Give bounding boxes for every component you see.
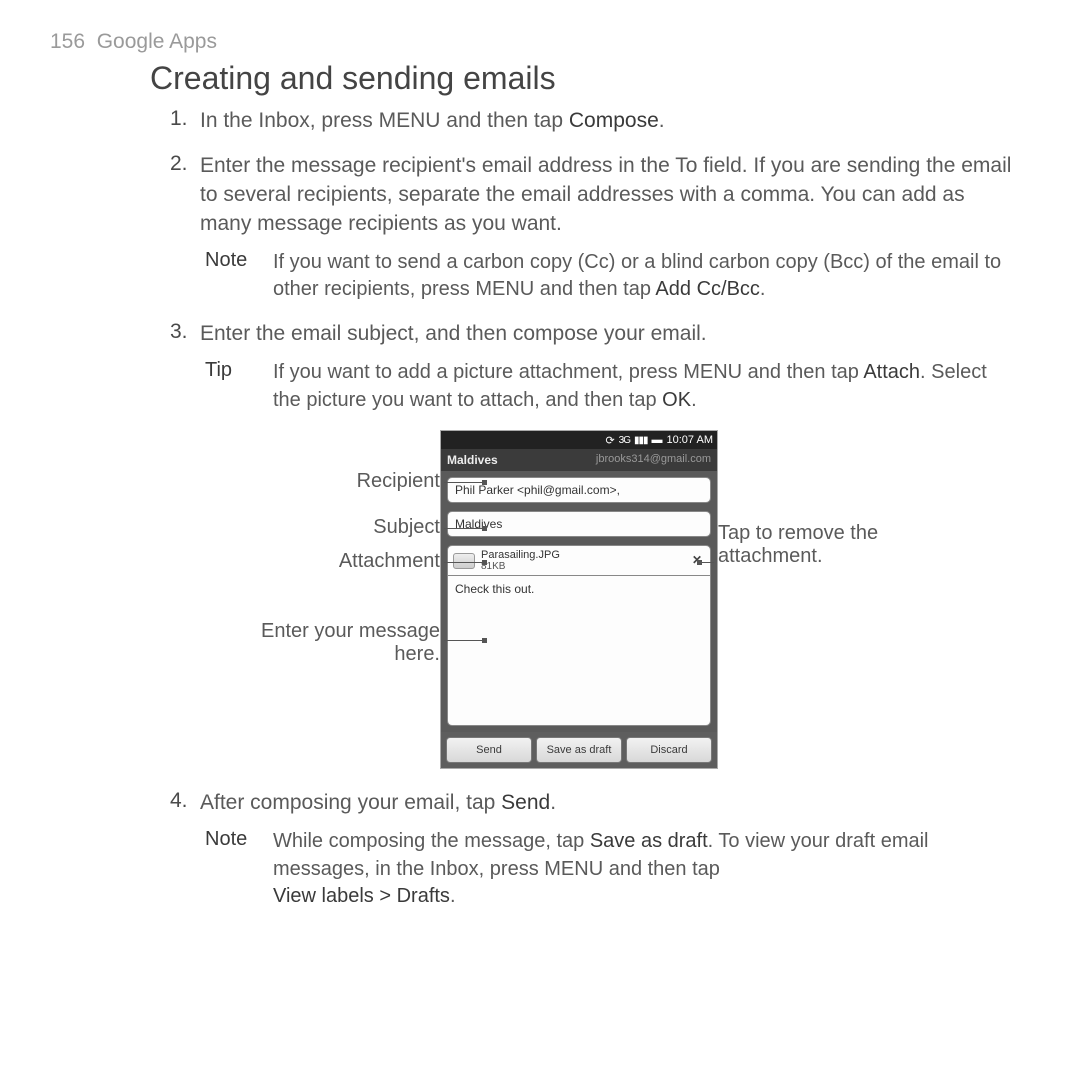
- callout-attachment: Attachment: [339, 550, 440, 573]
- message-body-field[interactable]: Check this out.: [447, 576, 711, 726]
- note-label: Note: [205, 249, 273, 304]
- title-right: jbrooks314@gmail.com: [596, 453, 711, 467]
- page-header: 156 Google Apps: [50, 30, 1020, 54]
- status-bar: ⟳ 3G ▮▮▮ ▬ 10:07 AM: [441, 431, 717, 449]
- discard-button[interactable]: Discard: [626, 737, 712, 763]
- step-text: After composing your email, tap Send.: [200, 791, 556, 814]
- step-number: 2.: [170, 152, 188, 176]
- callout-remove: Tap to remove the attachment.: [718, 522, 888, 568]
- tip-text: If you want to add a picture attachment,…: [273, 359, 1020, 414]
- title-bar: Maldives jbrooks314@gmail.com: [441, 449, 717, 471]
- attachment-size: 81KB: [481, 561, 689, 572]
- note-label: Note: [205, 828, 273, 911]
- sync-icon: ⟳: [605, 434, 614, 447]
- step-3: 3. Enter the email subject, and then com…: [170, 320, 1020, 769]
- step-4: 4. After composing your email, tap Send.…: [170, 789, 1020, 911]
- step-number: 4.: [170, 789, 188, 813]
- step-text: Enter the email subject, and then compos…: [200, 322, 707, 345]
- tip-label: Tip: [205, 359, 273, 414]
- title-left: Maldives: [447, 453, 498, 467]
- step-text: Enter the message recipient's email addr…: [200, 154, 1011, 235]
- figure: Recipient Subject Attachment Enter your …: [200, 430, 1020, 769]
- step-4-note: Note While composing the message, tap Sa…: [205, 828, 1020, 911]
- picture-icon: [453, 553, 475, 569]
- note-text: While composing the message, tap Save as…: [273, 828, 1020, 911]
- network-icon: 3G: [619, 435, 630, 446]
- step-2: 2. Enter the message recipient's email a…: [170, 152, 1020, 304]
- send-button[interactable]: Send: [446, 737, 532, 763]
- section-title: Creating and sending emails: [150, 60, 1020, 97]
- note-text: If you want to send a carbon copy (Cc) o…: [273, 249, 1020, 304]
- step-3-tip: Tip If you want to add a picture attachm…: [205, 359, 1020, 414]
- step-number: 1.: [170, 107, 188, 131]
- step-number: 3.: [170, 320, 188, 344]
- running-head: Google Apps: [97, 30, 217, 53]
- attachment-filename: Parasailing.JPG: [481, 549, 689, 561]
- signal-icon: ▮▮▮: [634, 435, 648, 446]
- step-1: 1. In the Inbox, press MENU and then tap…: [170, 107, 1020, 136]
- subject-field[interactable]: Maldives: [447, 511, 711, 537]
- battery-icon: ▬: [652, 434, 663, 446]
- callout-message: Enter your message here.: [260, 620, 440, 666]
- save-draft-button[interactable]: Save as draft: [536, 737, 622, 763]
- status-time: 10:07 AM: [667, 434, 713, 446]
- page-number: 156: [50, 30, 85, 53]
- step-text: In the Inbox, press MENU and then tap Co…: [200, 109, 665, 132]
- callout-recipient: Recipient: [357, 470, 440, 493]
- callout-subject: Subject: [373, 516, 440, 539]
- button-row: Send Save as draft Discard: [441, 732, 717, 768]
- step-2-note: Note If you want to send a carbon copy (…: [205, 249, 1020, 304]
